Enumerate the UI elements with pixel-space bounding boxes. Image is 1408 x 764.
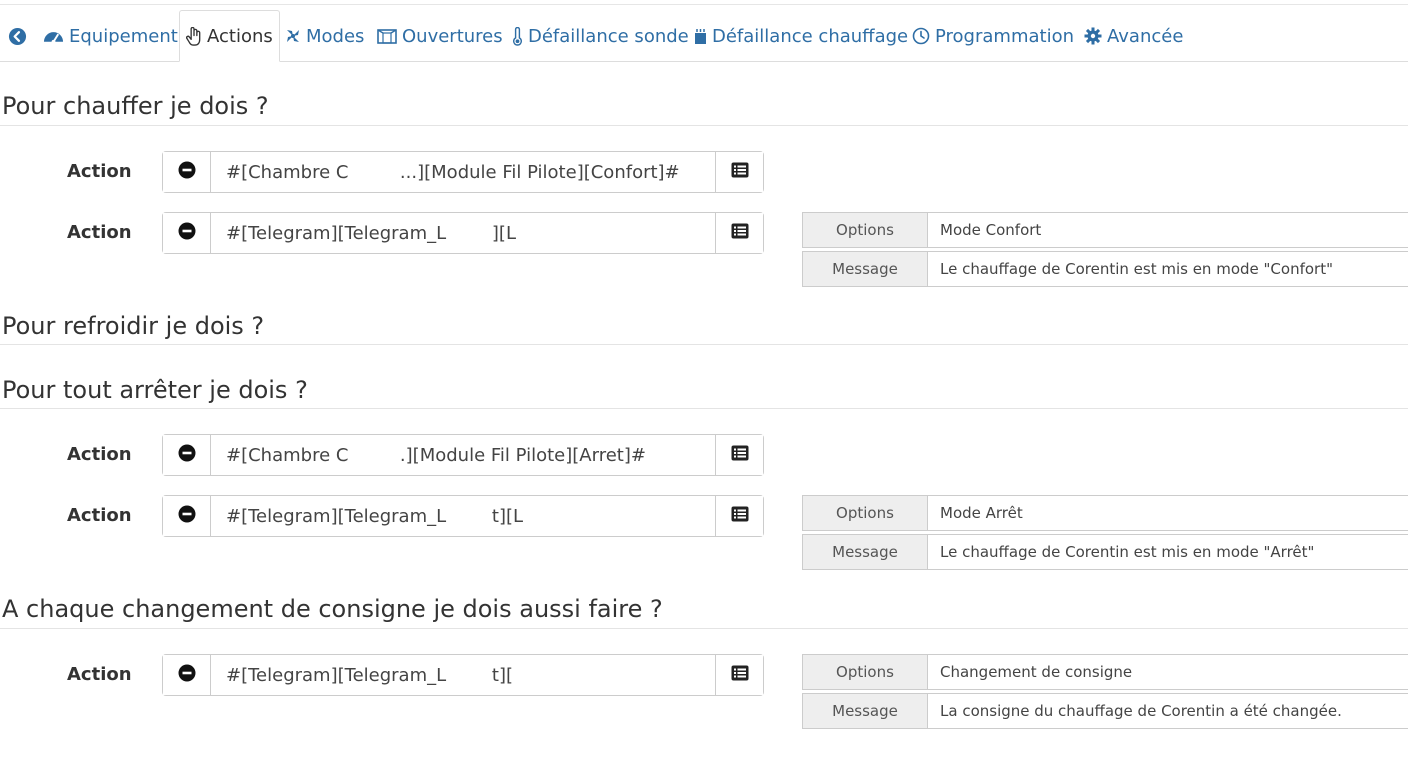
remove-action-button[interactable]: [163, 213, 211, 253]
list-alt-icon: [731, 223, 749, 243]
minus-circle-icon: [178, 161, 196, 183]
action-command-input[interactable]: [211, 213, 715, 253]
select-command-button[interactable]: [715, 496, 763, 536]
select-command-button[interactable]: [715, 152, 763, 192]
thermometer-icon: [512, 26, 523, 46]
options-input[interactable]: Mode Arrêt: [928, 496, 1408, 530]
tab-modes-label: Modes: [306, 25, 365, 47]
message-input[interactable]: Le chauffage de Corentin est mis en mode…: [928, 252, 1408, 286]
back-arrow-circle-icon: [8, 27, 27, 46]
minus-circle-icon: [178, 664, 196, 686]
top-divider: [0, 4, 1408, 5]
options-row: Options Mode Confort: [802, 212, 1408, 248]
divider-cool: [0, 344, 1408, 345]
tab-programmation[interactable]: Programmation: [912, 10, 1074, 62]
tab-avancee[interactable]: Avancée: [1084, 10, 1183, 62]
hand-pointer-icon: [186, 26, 202, 46]
minus-circle-icon: [178, 222, 196, 244]
tab-modes[interactable]: Modes: [285, 10, 364, 62]
select-command-button[interactable]: [715, 213, 763, 253]
options-label: Options: [803, 655, 928, 689]
options-label: Options: [803, 496, 928, 530]
heading-setpoint: A chaque changement de consigne je dois …: [2, 595, 663, 623]
tab-back[interactable]: [8, 10, 32, 62]
options-input[interactable]: Changement de consigne: [928, 655, 1408, 689]
action-row: [162, 212, 764, 254]
action-row: [162, 434, 764, 476]
message-input[interactable]: La consigne du chauffage de Corentin a é…: [928, 694, 1408, 728]
tab-ouvertures[interactable]: Ouvertures: [377, 10, 503, 62]
list-alt-icon: [731, 162, 749, 182]
options-row: Options Changement de consigne: [802, 654, 1408, 690]
select-command-button[interactable]: [715, 435, 763, 475]
tab-avancee-label: Avancée: [1107, 25, 1184, 47]
tab-equipement-label: Equipement: [69, 25, 178, 47]
action-command-input[interactable]: [211, 496, 715, 536]
message-row: Message Le chauffage de Corentin est mis…: [802, 251, 1408, 287]
options-label: Options: [803, 213, 928, 247]
minus-circle-icon: [178, 505, 196, 527]
tab-actions[interactable]: Actions: [179, 10, 280, 62]
clock-icon: [912, 27, 930, 45]
action-command-input[interactable]: [211, 152, 715, 192]
window-icon: [377, 28, 397, 45]
action-label: Action: [67, 222, 132, 243]
remove-action-button[interactable]: [163, 496, 211, 536]
action-row: [162, 495, 764, 537]
heater-icon: [694, 28, 707, 45]
message-label: Message: [803, 252, 928, 286]
heading-stop: Pour tout arrêter je dois ?: [2, 376, 308, 404]
message-label: Message: [803, 535, 928, 569]
tab-actions-label: Actions: [207, 25, 273, 47]
action-label: Action: [67, 505, 132, 526]
tab-defaillance-chauffage-label: Défaillance chauffage: [712, 25, 909, 47]
message-label: Message: [803, 694, 928, 728]
remove-action-button[interactable]: [163, 152, 211, 192]
list-alt-icon: [731, 506, 749, 526]
select-command-button[interactable]: [715, 655, 763, 695]
list-alt-icon: [731, 445, 749, 465]
tab-ouvertures-label: Ouvertures: [402, 25, 503, 47]
tab-bar: Equipement Actions Modes Ouvertures Défa: [0, 10, 1408, 62]
divider-heat: [0, 125, 1408, 126]
cog-icon: [1084, 27, 1102, 45]
tab-defaillance-sonde-label: Défaillance sonde: [528, 25, 689, 47]
heading-cool: Pour refroidir je dois ?: [2, 312, 265, 340]
page: Equipement Actions Modes Ouvertures Défa: [0, 0, 1408, 764]
action-label: Action: [67, 444, 132, 465]
remove-action-button[interactable]: [163, 435, 211, 475]
heading-heat: Pour chauffer je dois ?: [2, 92, 269, 120]
message-row: Message Le chauffage de Corentin est mis…: [802, 534, 1408, 570]
list-alt-icon: [731, 665, 749, 685]
options-input[interactable]: Mode Confort: [928, 213, 1408, 247]
action-command-input[interactable]: [211, 655, 715, 695]
action-command-input[interactable]: [211, 435, 715, 475]
minus-circle-icon: [178, 444, 196, 466]
action-row: [162, 654, 764, 696]
divider-stop: [0, 408, 1408, 409]
message-input[interactable]: Le chauffage de Corentin est mis en mode…: [928, 535, 1408, 569]
action-label: Action: [67, 664, 132, 685]
options-row: Options Mode Arrêt: [802, 495, 1408, 531]
remove-action-button[interactable]: [163, 655, 211, 695]
fan-icon: [285, 28, 301, 44]
tab-equipement[interactable]: Equipement: [43, 10, 178, 62]
tab-defaillance-sonde[interactable]: Défaillance sonde: [512, 10, 689, 62]
divider-setpoint: [0, 628, 1408, 629]
message-row: Message La consigne du chauffage de Core…: [802, 693, 1408, 729]
action-label: Action: [67, 161, 132, 182]
action-row: [162, 151, 764, 193]
tab-programmation-label: Programmation: [935, 25, 1074, 47]
tachometer-icon: [43, 27, 64, 45]
tab-defaillance-chauffage[interactable]: Défaillance chauffage: [694, 10, 908, 62]
